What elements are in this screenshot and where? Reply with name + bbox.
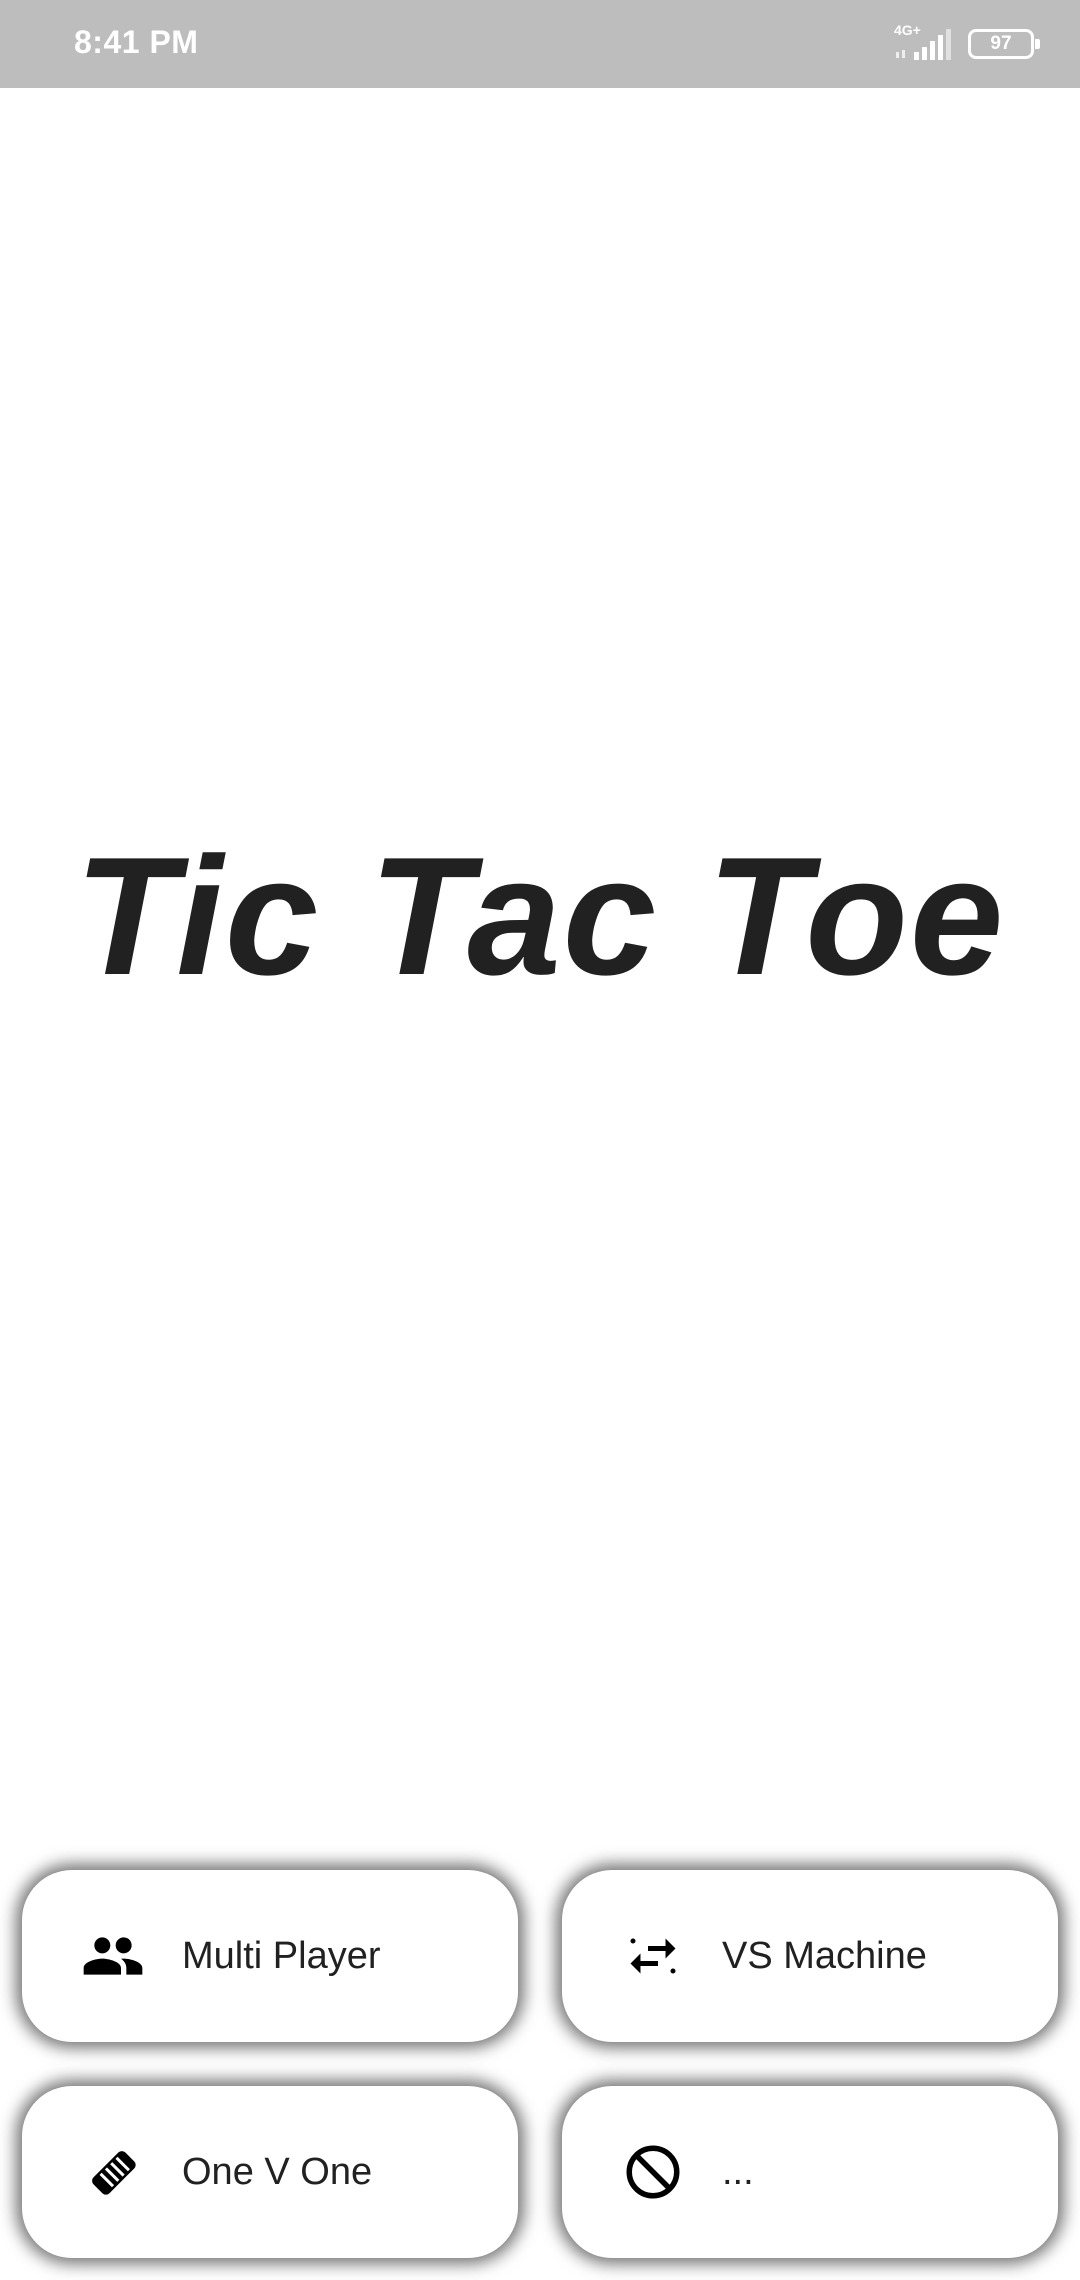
app-screen: 8:41 PM 4G+ 97 Tic Tac Toe Multi Player … [0,0,1080,2280]
handshake-icon [78,2137,148,2207]
multi-player-button[interactable]: Multi Player [22,1870,518,2042]
signal-icon: 4G+ [894,22,952,62]
block-icon [618,2137,688,2207]
vs-machine-label: VS Machine [722,1934,927,1977]
vs-machine-button[interactable]: VS Machine [562,1870,1058,2042]
battery-icon: 97 [968,29,1040,59]
one-v-one-label: One V One [182,2150,373,2193]
one-v-one-button[interactable]: One V One [22,2086,518,2258]
status-bar: 8:41 PM 4G+ 97 [0,0,1080,88]
app-title: Tic Tac Toe [74,822,1006,1010]
more-label: ... [722,2150,754,2193]
more-button[interactable]: ... [562,2086,1058,2258]
multi-player-label: Multi Player [182,1934,381,1977]
battery-level: 97 [990,33,1012,54]
status-icons: 4G+ 97 [894,22,1040,62]
status-time: 8:41 PM [74,24,199,60]
people-icon [78,1921,148,1991]
swap-arrows-icon [618,1921,688,1991]
